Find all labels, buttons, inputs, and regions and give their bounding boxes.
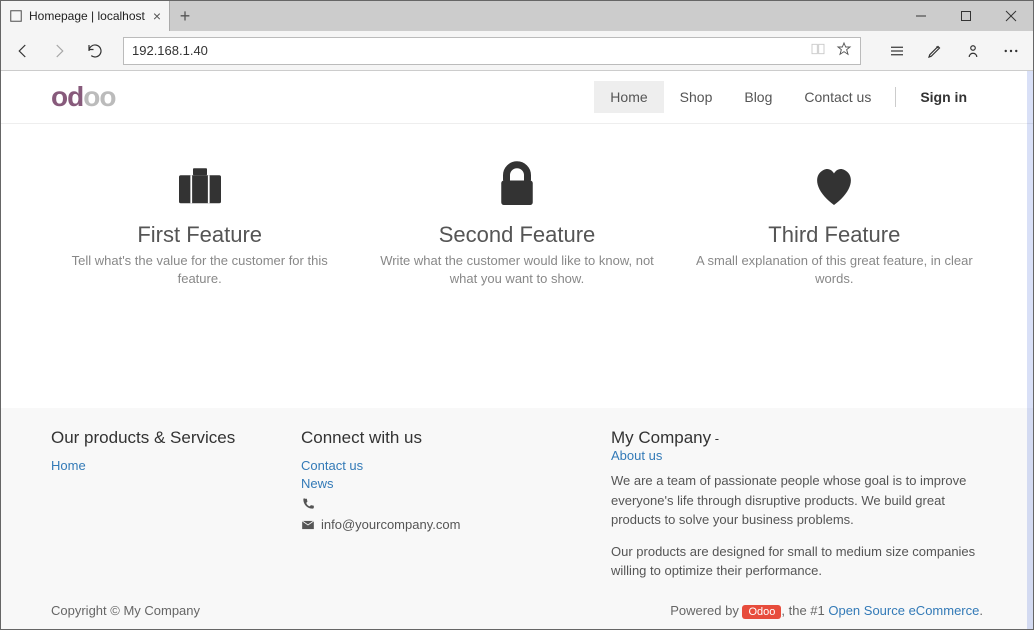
forward-button[interactable]	[43, 35, 75, 67]
powered-mid: , the #1	[781, 603, 828, 618]
feature-1: First Feature Tell what's the value for …	[41, 154, 358, 288]
feature-2-desc: Write what the customer would like to kn…	[378, 252, 655, 288]
footer-copyright: Copyright © My Company	[51, 603, 200, 618]
footer-company-desc2: Our products are designed for small to m…	[611, 542, 983, 581]
feature-1-desc: Tell what's the value for the customer f…	[61, 252, 338, 288]
footer-link-home[interactable]: Home	[51, 458, 271, 473]
nav-signin[interactable]: Sign in	[904, 81, 983, 113]
tab-close-icon[interactable]: ×	[153, 8, 161, 24]
odoo-badge[interactable]: Odoo	[742, 605, 781, 619]
more-button[interactable]	[995, 35, 1027, 67]
footer-about-sep: -	[715, 431, 719, 446]
browser-tab[interactable]: Homepage | localhost ×	[1, 1, 170, 31]
heart-icon	[696, 154, 973, 214]
footer-products-title: Our products & Services	[51, 428, 271, 448]
footer-connect-title: Connect with us	[301, 428, 581, 448]
share-button[interactable]	[957, 35, 989, 67]
footer-col-company: My Company - About us We are a team of p…	[611, 428, 983, 581]
address-input[interactable]	[132, 43, 810, 58]
vertical-scrollbar[interactable]	[1027, 71, 1033, 629]
back-button[interactable]	[7, 35, 39, 67]
feature-3: Third Feature A small explanation of thi…	[676, 154, 993, 288]
lock-icon	[378, 154, 655, 214]
footer-email-text: info@yourcompany.com	[321, 517, 460, 532]
site-header: odoo Home Shop Blog Contact us Sign in	[1, 71, 1033, 124]
new-tab-button[interactable]: +	[170, 1, 200, 31]
notes-button[interactable]	[919, 35, 951, 67]
maximize-button[interactable]	[943, 1, 988, 31]
nav-items: Home Shop Blog Contact us Sign in	[594, 81, 983, 113]
feature-3-desc: A small explanation of this great featur…	[696, 252, 973, 288]
favorite-icon[interactable]	[836, 41, 852, 60]
nav-contact[interactable]: Contact us	[788, 81, 887, 113]
footer-col-connect: Connect with us Contact us News info@you…	[301, 428, 581, 581]
hub-button[interactable]	[881, 35, 913, 67]
nav-blog[interactable]: Blog	[728, 81, 788, 113]
phone-icon	[301, 497, 315, 511]
window-controls	[898, 1, 1033, 31]
minimize-button[interactable]	[898, 1, 943, 31]
footer-col-products: Our products & Services Home	[51, 428, 271, 581]
powered-suffix: .	[979, 603, 983, 618]
footer-powered: Powered by Odoo, the #1 Open Source eCom…	[670, 603, 983, 618]
footer-link-contact[interactable]: Contact us	[301, 458, 581, 473]
feature-2: Second Feature Write what the customer w…	[358, 154, 675, 288]
footer-company-desc1: We are a team of passionate people whose…	[611, 471, 983, 530]
footer-email: info@yourcompany.com	[301, 517, 581, 532]
footer-about-link[interactable]: About us	[611, 448, 983, 463]
page-viewport: odoo Home Shop Blog Contact us Sign in F…	[1, 71, 1033, 629]
briefcase-icon	[61, 154, 338, 214]
footer-phone	[301, 497, 581, 511]
feature-3-title: Third Feature	[696, 222, 973, 248]
features-row: First Feature Tell what's the value for …	[1, 124, 1033, 348]
envelope-icon	[301, 518, 315, 532]
close-window-button[interactable]	[988, 1, 1033, 31]
feature-1-title: First Feature	[61, 222, 338, 248]
feature-2-title: Second Feature	[378, 222, 655, 248]
address-bar[interactable]	[123, 37, 861, 65]
nav-shop[interactable]: Shop	[664, 81, 729, 113]
powered-link[interactable]: Open Source eCommerce	[828, 603, 979, 618]
nav-divider	[895, 87, 896, 107]
powered-prefix: Powered by	[670, 603, 742, 618]
site-footer: Our products & Services Home Connect wit…	[1, 408, 1033, 629]
footer-company-title: My Company	[611, 428, 711, 447]
footer-link-news[interactable]: News	[301, 476, 581, 491]
odoo-logo[interactable]: odoo	[51, 81, 115, 113]
browser-titlebar: Homepage | localhost × +	[1, 1, 1033, 31]
tab-title: Homepage | localhost	[29, 9, 145, 23]
refresh-button[interactable]	[79, 35, 111, 67]
reading-view-icon[interactable]	[810, 41, 826, 60]
browser-toolbar	[1, 31, 1033, 71]
nav-home[interactable]: Home	[594, 81, 663, 113]
page-icon	[9, 9, 23, 23]
